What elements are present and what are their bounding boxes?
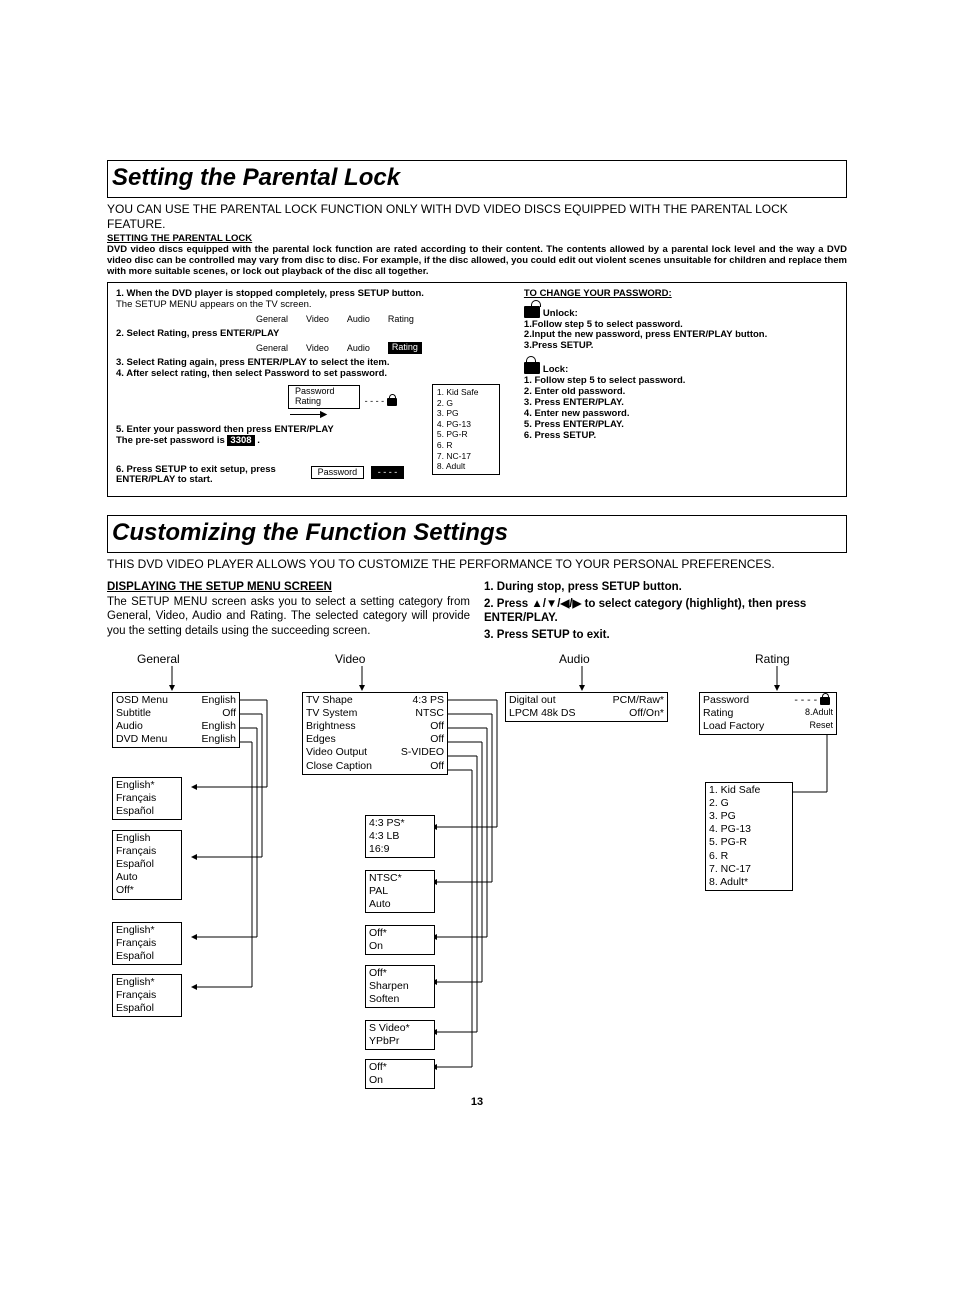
step1b: The SETUP MENU appears on the TV screen. — [116, 300, 500, 311]
tabs-row1: General Video Audio Rating — [256, 313, 500, 325]
audio-box: Digital outPCM/Raw* LPCM 48k DSOff/On* — [505, 692, 668, 722]
setup-menu-desc: The SETUP MENU screen asks you to select… — [107, 595, 470, 638]
rating-opts: 1. Kid Safe 2. G 3. PG 4. PG-13 5. PG-R … — [705, 782, 793, 891]
lock-icon — [524, 362, 540, 374]
section2-intro: THIS DVD VIDEO PLAYER ALLOWS YOU TO CUST… — [107, 557, 847, 572]
step1a: 1. When the DVD player is stopped comple… — [116, 289, 500, 300]
rating-list-small: 1. Kid Safe 2. G 3. PG 4. PG-13 5. PG-R … — [432, 384, 500, 475]
parental-box: 1. When the DVD player is stopped comple… — [107, 282, 847, 498]
step4: 4. After select rating, then select Pass… — [116, 369, 500, 380]
step2: 2. Select Rating, press ENTER/PLAY — [116, 329, 500, 340]
page-number: 13 — [107, 1096, 847, 1110]
setup-menu-heading: DISPLAYING THE SETUP MENU SCREEN — [107, 580, 470, 594]
section1-desc: DVD video discs equipped with the parent… — [107, 245, 847, 278]
general-box: OSD MenuEnglish SubtitleOff AudioEnglish… — [112, 692, 240, 749]
rating-box: Password- - - - Rating8.Adult Load Facto… — [699, 692, 837, 735]
section1-title: Setting the Parental Lock — [107, 160, 847, 198]
lock-icon — [387, 398, 397, 406]
unlock-icon — [524, 306, 540, 318]
change-pw-heading: TO CHANGE YOUR PASSWORD: — [524, 289, 838, 300]
tabs-row2: General Video Audio Rating — [256, 342, 500, 354]
video-box: TV Shape4:3 PS TV SystemNTSC BrightnessO… — [302, 692, 448, 775]
settings-tree: General Video Audio Rating OSD MenuEngli… — [107, 652, 847, 1082]
section2-title: Customizing the Function Settings — [107, 515, 847, 553]
section1-intro: YOU CAN USE THE PARENTAL LOCK FUNCTION O… — [107, 202, 847, 232]
lock-icon — [820, 697, 830, 705]
